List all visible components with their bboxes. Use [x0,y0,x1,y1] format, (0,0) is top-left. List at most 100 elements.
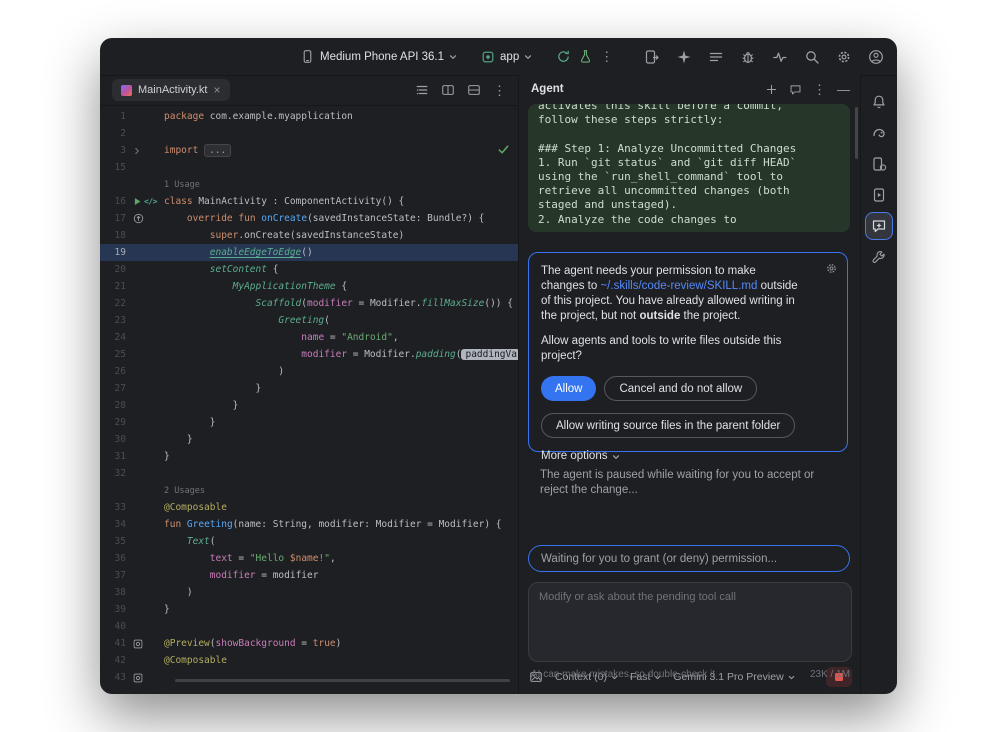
code-line: 38 ) [100,584,518,601]
device-selector[interactable]: Medium Phone API 36.1 [300,49,457,64]
permission-settings-gear-icon[interactable] [825,262,838,275]
gradle-icon[interactable] [866,120,892,146]
agent-footer: AI can make mistakes, so double-check it… [531,669,850,680]
code-line: 29 } [100,414,518,431]
code-line: 28 } [100,397,518,414]
main-toolbar: Medium Phone API 36.1 app ⋮ [100,38,897,76]
agent-panel: Agent ⋮— activates this skill before a c… [519,75,861,694]
new-chat-icon[interactable] [765,83,778,96]
skill-file-link[interactable]: ~/.skills/code-review/SKILL.md [600,280,757,292]
code-lines: 1package com.example.myapplication23impo… [100,108,518,686]
chevron-down-icon [612,453,620,461]
toolbar-right-icons [644,49,897,65]
tab-label: MainActivity.kt [138,84,207,96]
run-config-selector[interactable]: app [481,50,532,64]
running-devices-icon[interactable] [866,182,892,208]
composer-placeholder: Modify or ask about the pending tool cal… [539,591,841,603]
chat-history-icon[interactable] [789,83,802,96]
editor-pane: MainActivity.kt × ⋮ 1package com.example… [100,75,519,694]
gemini-icon[interactable] [676,49,692,65]
code-line: 34fun Greeting(name: String, modifier: M… [100,516,518,533]
code-line: 27 } [100,380,518,397]
app-module-icon [481,50,495,64]
tool-stripe [861,75,897,694]
tab-mainactivity[interactable]: MainActivity.kt × [112,79,230,101]
preview-icon[interactable] [133,673,143,683]
code-line: 33@Composable [100,499,518,516]
app-insights-icon[interactable] [866,244,892,270]
code-line: 17 override fun onCreate(savedInstanceSt… [100,210,518,227]
agent-panel-title: Agent [531,83,564,95]
user-avatar[interactable] [868,49,884,65]
split-down-icon[interactable] [467,83,481,97]
code-line: 20 setContent { [100,261,518,278]
fold-arrow-icon[interactable] [133,147,141,155]
preview-icon[interactable] [133,639,143,649]
code-line: 39} [100,601,518,618]
agent-header-icons: ⋮— [765,83,850,96]
code-line: 18 super.onCreate(savedInstanceState) [100,227,518,244]
search-icon[interactable] [804,49,820,65]
more-options-button[interactable]: More options [541,449,835,464]
hide-panel-icon[interactable]: — [837,83,850,96]
override-icon[interactable] [133,213,144,224]
run-icon[interactable] [133,197,142,206]
code-line: 35 Text( [100,533,518,550]
bug-icon[interactable] [740,49,756,65]
editor-more-icon[interactable]: ⋮ [493,84,506,97]
toolbar-more-icon[interactable]: ⋮ [600,50,613,63]
ai-disclaimer: AI can make mistakes, so double-check it [531,669,715,680]
permission-message: The agent needs your permission to make … [541,264,799,324]
code-line: 36 text = "Hello $name!", [100,550,518,567]
chevron-down-icon [524,53,532,61]
code-line: 31} [100,448,518,465]
token-counter: 23K / 1M [810,669,850,680]
code-line: 32 [100,465,518,482]
notifications-icon[interactable] [866,89,892,115]
tabbar-icons: ⋮ [415,83,506,97]
code-line: 26 ) [100,363,518,380]
code-line: 15 [100,159,518,176]
structure-icon[interactable] [415,83,429,97]
agent-paused-text: The agent is paused while waiting for yo… [540,468,832,498]
code-line: 25 modifier = Modifier.padding(paddingVa… [100,346,518,363]
profiler-icon[interactable] [772,49,788,65]
agent-more-icon[interactable]: ⋮ [813,83,826,96]
code-editor[interactable]: 1package com.example.myapplication23impo… [100,105,518,694]
phone-icon [300,49,315,64]
agent-composer[interactable]: Modify or ask about the pending tool cal… [528,582,852,662]
settings-icon[interactable] [836,49,852,65]
agent-icon[interactable] [866,213,892,239]
code-line: 24 name = "Android", [100,329,518,346]
permission-dialog: The agent needs your permission to make … [528,252,848,452]
waiting-permission-field[interactable]: Waiting for you to grant (or deny) permi… [528,545,850,572]
code-line: 22 Scaffold(modifier = Modifier.fillMaxS… [100,295,518,312]
experimental-flask-icon[interactable] [578,49,593,64]
split-right-icon[interactable] [441,83,455,97]
code-line: 16</>class MainActivity : ComponentActiv… [100,193,518,210]
agent-panel-header: Agent ⋮— [519,75,860,103]
device-mirror-icon[interactable] [644,49,660,65]
code-line: 1package com.example.myapplication [100,108,518,125]
allow-parent-folder-button[interactable]: Allow writing source files in the parent… [541,413,795,438]
agent-scrollbar[interactable] [855,107,858,159]
permission-question: Allow agents and tools to write files ou… [541,334,811,364]
logcat-icon[interactable] [708,49,724,65]
run-config-label: app [500,51,519,63]
agent-code-block: activates this skill before a commit,fol… [528,104,850,232]
code-line: 37 modifier = modifier [100,567,518,584]
inspections-check-icon[interactable] [497,143,510,159]
cancel-do-not-allow-button[interactable]: Cancel and do not allow [604,376,757,401]
code-line: 21 MyApplicationTheme { [100,278,518,295]
code-line: 41@Preview(showBackground = true) [100,635,518,652]
horizontal-scrollbar[interactable] [175,679,510,682]
tab-close-icon[interactable]: × [213,84,220,96]
sync-project-icon[interactable] [556,49,571,64]
allow-button[interactable]: Allow [541,376,596,401]
code-line: 40 [100,618,518,635]
device-manager-icon[interactable] [866,151,892,177]
markup-icon[interactable]: </> [144,193,157,210]
kotlin-file-icon [121,85,132,96]
usage-hint: 1 Usage [100,176,518,193]
code-line: 3import ... [100,142,518,159]
